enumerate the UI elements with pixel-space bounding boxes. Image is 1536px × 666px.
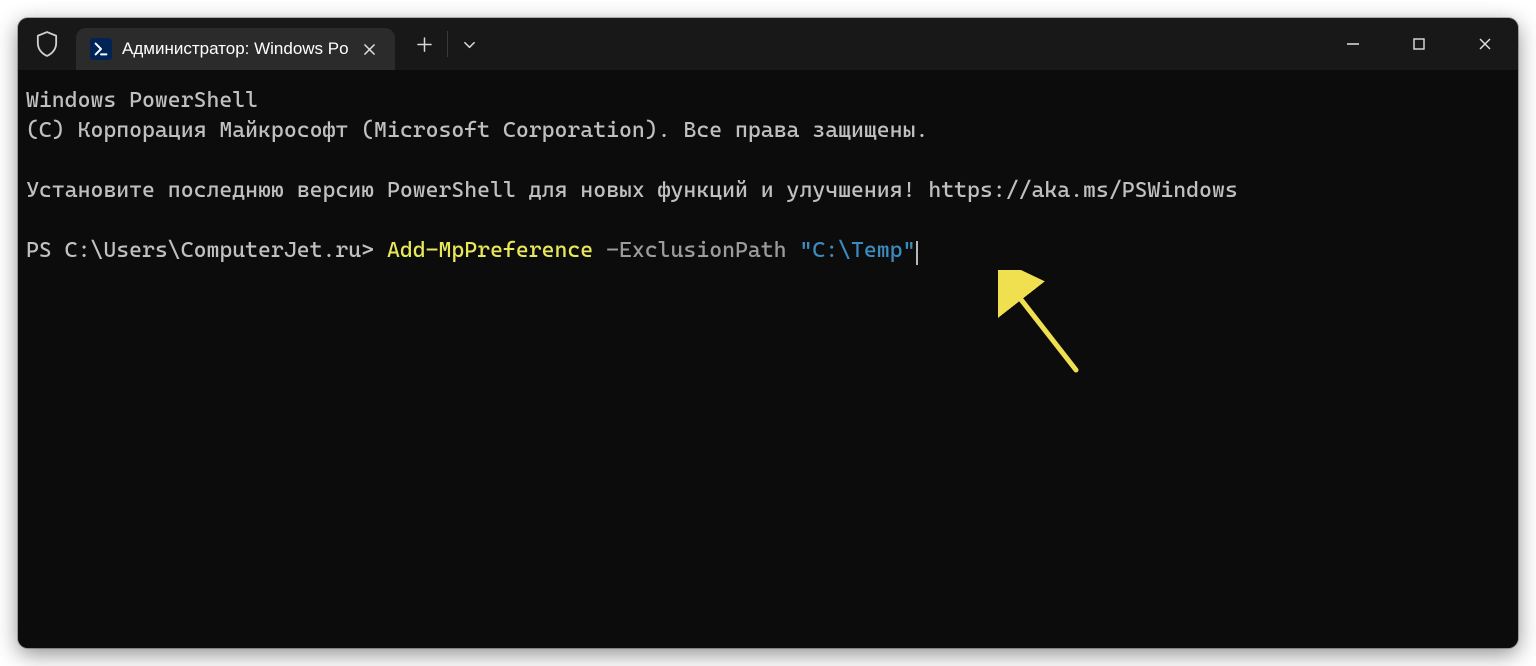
terminal-window: Администратор: Windows Po bbox=[18, 18, 1518, 648]
command-line[interactable]: PS C:\Users\ComputerJet.ru> Add-MpPrefer… bbox=[26, 236, 1510, 266]
banner-line-1: Windows PowerShell bbox=[26, 86, 1510, 116]
terminal-body[interactable]: Windows PowerShell (C) Корпорация Майкро… bbox=[18, 70, 1518, 648]
parameter: -ExclusionPath bbox=[606, 238, 786, 263]
argument: "C:\Temp" bbox=[799, 238, 915, 263]
close-tab-button[interactable] bbox=[357, 36, 383, 62]
prompt: PS C:\Users\ComputerJet.ru> bbox=[26, 238, 387, 263]
text-cursor bbox=[916, 241, 918, 265]
close-window-button[interactable] bbox=[1452, 18, 1518, 70]
profile-dropdown-button[interactable] bbox=[448, 24, 492, 64]
blank-line bbox=[26, 206, 1510, 236]
powershell-icon bbox=[90, 38, 112, 60]
maximize-button[interactable] bbox=[1386, 18, 1452, 70]
shield-icon bbox=[18, 18, 76, 70]
titlebar-left: Администратор: Windows Po bbox=[18, 18, 492, 70]
blank-line bbox=[26, 146, 1510, 176]
update-message: Установите последнюю версию PowerShell д… bbox=[26, 176, 1510, 206]
titlebar: Администратор: Windows Po bbox=[18, 18, 1518, 70]
tab-actions bbox=[403, 18, 492, 70]
space bbox=[787, 238, 800, 263]
window-controls bbox=[1320, 18, 1518, 70]
annotation-arrow-icon bbox=[998, 270, 1098, 380]
banner-line-2: (C) Корпорация Майкрософт (Microsoft Cor… bbox=[26, 116, 1510, 146]
tab-title: Администратор: Windows Po bbox=[122, 39, 349, 59]
space bbox=[593, 238, 606, 263]
cmdlet: Add-MpPreference bbox=[387, 238, 593, 263]
tab-active[interactable]: Администратор: Windows Po bbox=[76, 28, 395, 70]
minimize-button[interactable] bbox=[1320, 18, 1386, 70]
new-tab-button[interactable] bbox=[403, 24, 447, 64]
